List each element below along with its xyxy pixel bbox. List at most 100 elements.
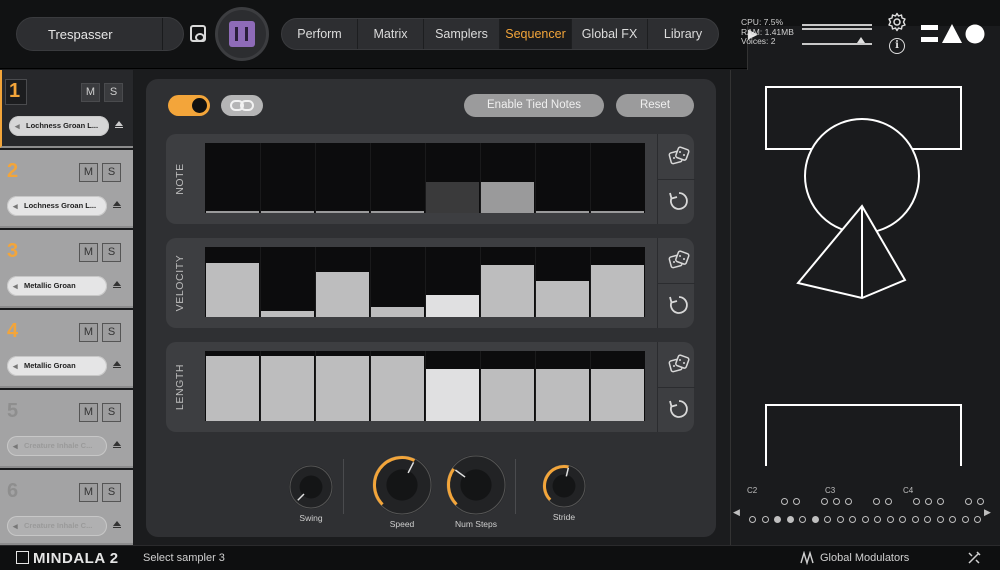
black-key-dot[interactable] [793, 498, 800, 505]
sampler-slot-2[interactable]: 2 M S Lochness Groan L... [0, 150, 133, 228]
mute-button[interactable]: M [79, 243, 98, 262]
step-grid[interactable] [205, 351, 645, 421]
global-modulators-button[interactable]: Global Modulators [800, 551, 909, 565]
sample-selector[interactable]: Creature Inhale C... [7, 436, 107, 456]
black-key-dot[interactable] [833, 498, 840, 505]
sampler-slot-6[interactable]: 6 M S Creature Inhale C... [0, 470, 133, 545]
stride-knob[interactable] [542, 464, 586, 508]
black-key-dot[interactable] [965, 498, 972, 505]
solo-button[interactable]: S [102, 403, 121, 422]
step-bar[interactable] [371, 211, 424, 213]
sample-selector[interactable]: Metallic Groan [7, 276, 107, 296]
sampler-slot-5[interactable]: 5 M S Creature Inhale C... [0, 390, 133, 468]
save-icon[interactable] [190, 25, 206, 42]
reset-lane-icon[interactable] [668, 190, 690, 212]
link-toggle[interactable] [221, 95, 263, 116]
dice-icon[interactable] [668, 249, 690, 271]
step-bar[interactable] [261, 355, 314, 421]
white-key-dot[interactable] [811, 516, 819, 523]
eject-icon[interactable] [115, 121, 123, 128]
step-bar[interactable] [481, 369, 534, 421]
black-key-dot[interactable] [781, 498, 788, 505]
eject-icon[interactable] [113, 361, 121, 368]
white-key-dot[interactable] [849, 516, 856, 523]
sequencer-enable-toggle[interactable] [168, 95, 210, 116]
black-key-dot[interactable] [937, 498, 944, 505]
tab-perform[interactable]: Perform [282, 19, 358, 49]
keyboard-right-icon[interactable]: ▶ [984, 507, 991, 518]
tab-samplers[interactable]: Samplers [424, 19, 500, 49]
step-bar[interactable] [316, 355, 369, 421]
white-key-dot[interactable] [861, 516, 869, 523]
black-key-dot[interactable] [977, 498, 984, 505]
black-key-dot[interactable] [873, 498, 880, 505]
sample-selector[interactable]: Metallic Groan [7, 356, 107, 376]
preset-selector[interactable]: Trespasser ▶ [16, 17, 1000, 501]
black-key-dot[interactable] [925, 498, 932, 505]
step-bar[interactable] [261, 211, 314, 213]
tab-library[interactable]: Library [648, 19, 718, 49]
sample-selector[interactable]: Lochness Groan L... [9, 116, 109, 136]
gear-icon[interactable] [887, 12, 907, 32]
solo-button[interactable]: S [102, 163, 121, 182]
info-icon[interactable]: i [889, 38, 905, 54]
white-key-dot[interactable] [886, 516, 894, 523]
dice-icon[interactable] [668, 145, 690, 167]
eject-icon[interactable] [113, 441, 121, 448]
step-bar[interactable] [261, 311, 314, 317]
white-key-dot[interactable] [924, 516, 931, 523]
white-key-dot[interactable] [874, 516, 881, 523]
step-bar[interactable] [426, 369, 479, 421]
output-level-meter[interactable] [802, 24, 872, 45]
black-key-dot[interactable] [913, 498, 920, 505]
speed-knob[interactable] [372, 455, 432, 515]
step-bar[interactable] [371, 307, 424, 317]
black-key-dot[interactable] [845, 498, 852, 505]
white-key-dot[interactable] [974, 516, 981, 523]
white-key-dot[interactable] [824, 516, 831, 523]
step-bar[interactable] [206, 211, 259, 213]
solo-button[interactable]: S [102, 483, 121, 502]
enable-tied-notes-button[interactable]: Enable Tied Notes [464, 94, 604, 117]
num-steps-knob[interactable] [446, 455, 506, 515]
step-bar[interactable] [426, 181, 479, 213]
step-bar[interactable] [206, 263, 259, 317]
step-bar[interactable] [481, 265, 534, 317]
sample-selector[interactable]: Creature Inhale C... [7, 516, 107, 536]
mute-button[interactable]: M [79, 403, 98, 422]
swing-knob[interactable] [289, 465, 333, 509]
solo-button[interactable]: S [102, 323, 121, 342]
eject-icon[interactable] [113, 281, 121, 288]
bottom-rectangle[interactable] [765, 404, 962, 466]
white-key-dot[interactable] [936, 516, 944, 523]
white-key-dot[interactable] [774, 516, 781, 523]
step-bar[interactable] [591, 369, 644, 421]
tab-sequencer[interactable]: Sequencer [500, 19, 572, 49]
step-bar[interactable] [481, 181, 534, 213]
volume-handle-icon[interactable] [857, 37, 865, 43]
black-key-dot[interactable] [821, 498, 828, 505]
mute-button[interactable]: M [79, 483, 98, 502]
white-key-dot[interactable] [899, 516, 906, 523]
white-key-dot[interactable] [911, 516, 919, 523]
white-key-dot[interactable] [961, 516, 969, 523]
keyboard-left-icon[interactable]: ◀ [733, 507, 740, 518]
step-bar[interactable] [371, 355, 424, 421]
mute-button[interactable]: M [79, 163, 98, 182]
sampler-slot-1[interactable]: 1 M S Lochness Groan L... [0, 70, 133, 148]
step-bar[interactable] [536, 211, 589, 213]
solo-button[interactable]: S [102, 243, 121, 262]
sample-selector[interactable]: Lochness Groan L... [7, 196, 107, 216]
tools-icon[interactable] [966, 550, 982, 566]
white-key-dot[interactable] [786, 516, 794, 523]
step-grid[interactable] [205, 247, 645, 317]
white-key-dot[interactable] [949, 516, 956, 523]
sampler-slot-4[interactable]: 4 M S Metallic Groan [0, 310, 133, 388]
eject-icon[interactable] [113, 521, 121, 528]
solo-button[interactable]: S [104, 83, 123, 102]
step-bar[interactable] [316, 272, 369, 317]
tab-matrix[interactable]: Matrix [358, 19, 424, 49]
eject-icon[interactable] [113, 201, 121, 208]
step-bar[interactable] [316, 211, 369, 213]
reset-button[interactable]: Reset [616, 94, 694, 117]
